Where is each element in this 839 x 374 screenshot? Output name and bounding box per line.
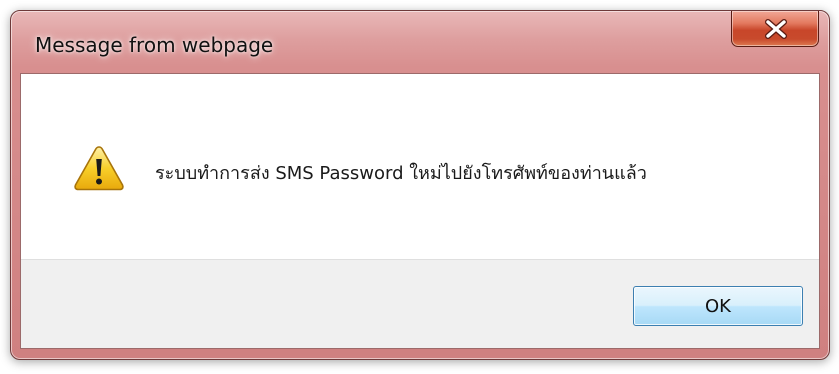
screen: Message from webpage ระบบทำการส่ง SMS Pa… xyxy=(0,0,839,374)
warning-triangle-icon xyxy=(74,146,124,191)
button-bar: OK xyxy=(21,259,819,348)
dialog-title: Message from webpage xyxy=(35,33,274,57)
message-dialog: Message from webpage ระบบทำการส่ง SMS Pa… xyxy=(10,10,830,360)
close-button[interactable] xyxy=(731,11,819,47)
dialog-content: ระบบทำการส่ง SMS Password ใหม่ไปยังโทรศั… xyxy=(20,73,820,349)
ok-button[interactable]: OK xyxy=(633,286,803,326)
message-text: ระบบทำการส่ง SMS Password ใหม่ไปยังโทรศั… xyxy=(155,163,647,184)
close-x-icon xyxy=(765,19,787,39)
title-bar[interactable]: Message from webpage xyxy=(11,11,829,73)
message-area: ระบบทำการส่ง SMS Password ใหม่ไปยังโทรศั… xyxy=(21,74,819,259)
